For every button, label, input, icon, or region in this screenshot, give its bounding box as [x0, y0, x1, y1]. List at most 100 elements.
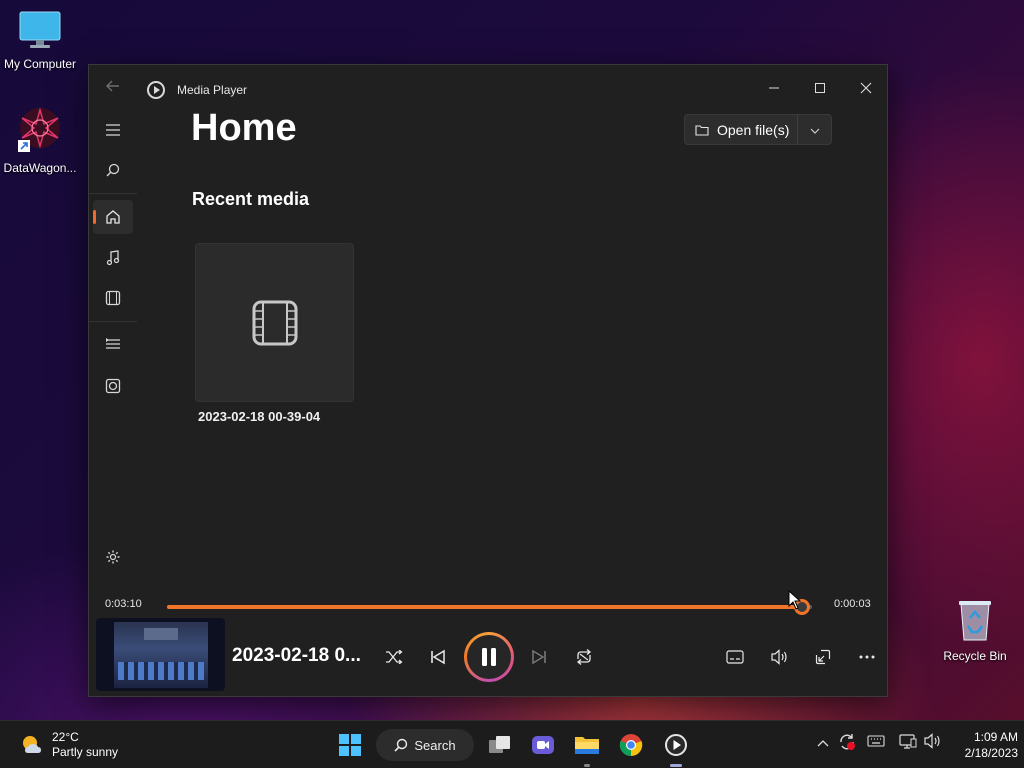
open-files-split-button: Open file(s) [684, 114, 832, 145]
title-bar: Media Player [89, 65, 887, 113]
play-queue-icon [106, 338, 120, 349]
repeat-icon [576, 649, 592, 665]
media-player-taskbar-button[interactable] [659, 729, 693, 767]
media-player-app-icon [147, 81, 165, 99]
taskbar-search[interactable]: Search [376, 729, 474, 761]
weather-widget[interactable]: 22°C Partly sunny [20, 730, 118, 760]
more-options-button[interactable] [851, 641, 883, 673]
nav-home[interactable] [93, 200, 133, 234]
clock[interactable]: 1:09 AM 2/18/2023 [948, 729, 1018, 761]
nav-divider [89, 321, 137, 322]
next-button[interactable] [523, 641, 555, 673]
now-playing-title[interactable]: 2023-02-18 0... [232, 645, 361, 667]
desktop-icon-label: My Computer [3, 57, 77, 71]
mini-player-button[interactable] [807, 641, 839, 673]
nav-music-library[interactable] [93, 241, 133, 275]
nav-playlists[interactable] [93, 369, 133, 403]
weather-temp: 22°C [52, 730, 79, 744]
section-title: Recent media [192, 189, 310, 209]
search-icon [394, 738, 408, 752]
clock-date: 2/18/2023 [964, 746, 1018, 760]
show-hidden-icons-button[interactable] [817, 735, 829, 750]
open-files-button[interactable]: Open file(s) [685, 115, 799, 144]
elapsed-time: 0:03:10 [105, 598, 142, 610]
partly-sunny-icon [23, 736, 41, 753]
sync-icon [840, 734, 855, 750]
previous-button[interactable] [422, 641, 454, 673]
folder-icon [695, 124, 709, 136]
recent-media-card[interactable] [195, 243, 354, 402]
close-button[interactable] [843, 73, 887, 105]
seek-bar-progress [167, 605, 803, 609]
open-files-label: Open file(s) [717, 121, 790, 138]
desktop-icon-recycle-bin[interactable]: Recycle Bin [935, 598, 1015, 663]
chrome-button[interactable] [614, 729, 648, 761]
gear-icon [106, 550, 120, 564]
seek-bar[interactable] [167, 599, 812, 615]
clock-time: 1:09 AM [973, 730, 1018, 744]
menu-button[interactable] [93, 113, 133, 147]
nav-search[interactable] [93, 153, 133, 187]
network-icon [899, 734, 917, 749]
chevron-down-icon [810, 128, 820, 134]
chat-button[interactable] [526, 729, 560, 761]
captions-icon [726, 650, 744, 664]
keyboard-icon [867, 735, 885, 747]
minimize-button[interactable] [751, 73, 797, 105]
open-files-dropdown-button[interactable] [798, 123, 831, 137]
play-pause-button[interactable] [464, 632, 514, 682]
video-file-icon [252, 300, 297, 345]
chrome-icon [619, 734, 643, 757]
playlist-icon [105, 378, 121, 394]
media-player-icon [665, 734, 687, 756]
weather-desc: Partly sunny [52, 745, 119, 759]
now-playing-thumbnail[interactable] [96, 618, 225, 691]
captions-button[interactable] [719, 641, 751, 673]
skip-next-icon [532, 649, 546, 665]
shuffle-icon [386, 650, 403, 664]
nav-settings[interactable] [93, 540, 133, 574]
desktop-icon-my-computer[interactable]: My Computer [0, 10, 80, 71]
network-tray-icon[interactable] [899, 733, 917, 752]
desktop-icon-label: Recycle Bin [943, 649, 1007, 663]
search-icon [106, 163, 120, 177]
nav-video-library[interactable] [93, 281, 133, 315]
chevron-up-icon [817, 740, 829, 747]
pause-icon [482, 648, 496, 666]
folder-icon [575, 737, 599, 754]
volume-icon [771, 649, 787, 665]
start-button[interactable] [333, 729, 367, 761]
recycle-bin-icon [935, 598, 1015, 645]
film-icon [105, 290, 121, 306]
player-bar: 0:03:10 0:00:03 2023-02-18 0... [89, 583, 887, 696]
hamburger-icon [106, 124, 120, 136]
volume-tray-icon[interactable] [923, 733, 941, 752]
nav-divider [89, 193, 137, 194]
remaining-time: 0:00:03 [834, 598, 871, 610]
chat-icon [532, 736, 554, 754]
page-title: Home [191, 107, 297, 149]
datawagon-icon [0, 106, 80, 157]
recent-media-name[interactable]: 2023-02-18 00-39-04 [198, 409, 320, 424]
shuffle-button[interactable] [378, 641, 410, 673]
task-view-icon [489, 736, 510, 753]
skip-previous-icon [431, 649, 445, 665]
search-label: Search [414, 737, 456, 753]
media-player-window: Media Player Home Open file(s) Recent me… [88, 64, 888, 697]
task-view-button[interactable] [483, 729, 517, 761]
taskbar: 22°C Partly sunny Search 1:09 AM 2/18/20… [0, 720, 1024, 768]
desktop-icon-label: DataWagon... [3, 161, 77, 175]
home-icon [106, 210, 120, 224]
file-explorer-button[interactable] [570, 729, 604, 767]
volume-button[interactable] [763, 641, 795, 673]
keyboard-tray-icon[interactable] [867, 735, 885, 750]
desktop-icon-datawagon[interactable]: DataWagon... [0, 106, 80, 175]
more-icon [859, 655, 875, 659]
repeat-button[interactable] [568, 641, 600, 673]
volume-icon [924, 733, 940, 749]
update-tray-icon[interactable] [838, 733, 856, 754]
maximize-button[interactable] [797, 73, 843, 105]
nav-play-queue[interactable] [93, 327, 133, 361]
windows-logo-icon [339, 734, 361, 756]
back-button[interactable] [101, 79, 125, 99]
